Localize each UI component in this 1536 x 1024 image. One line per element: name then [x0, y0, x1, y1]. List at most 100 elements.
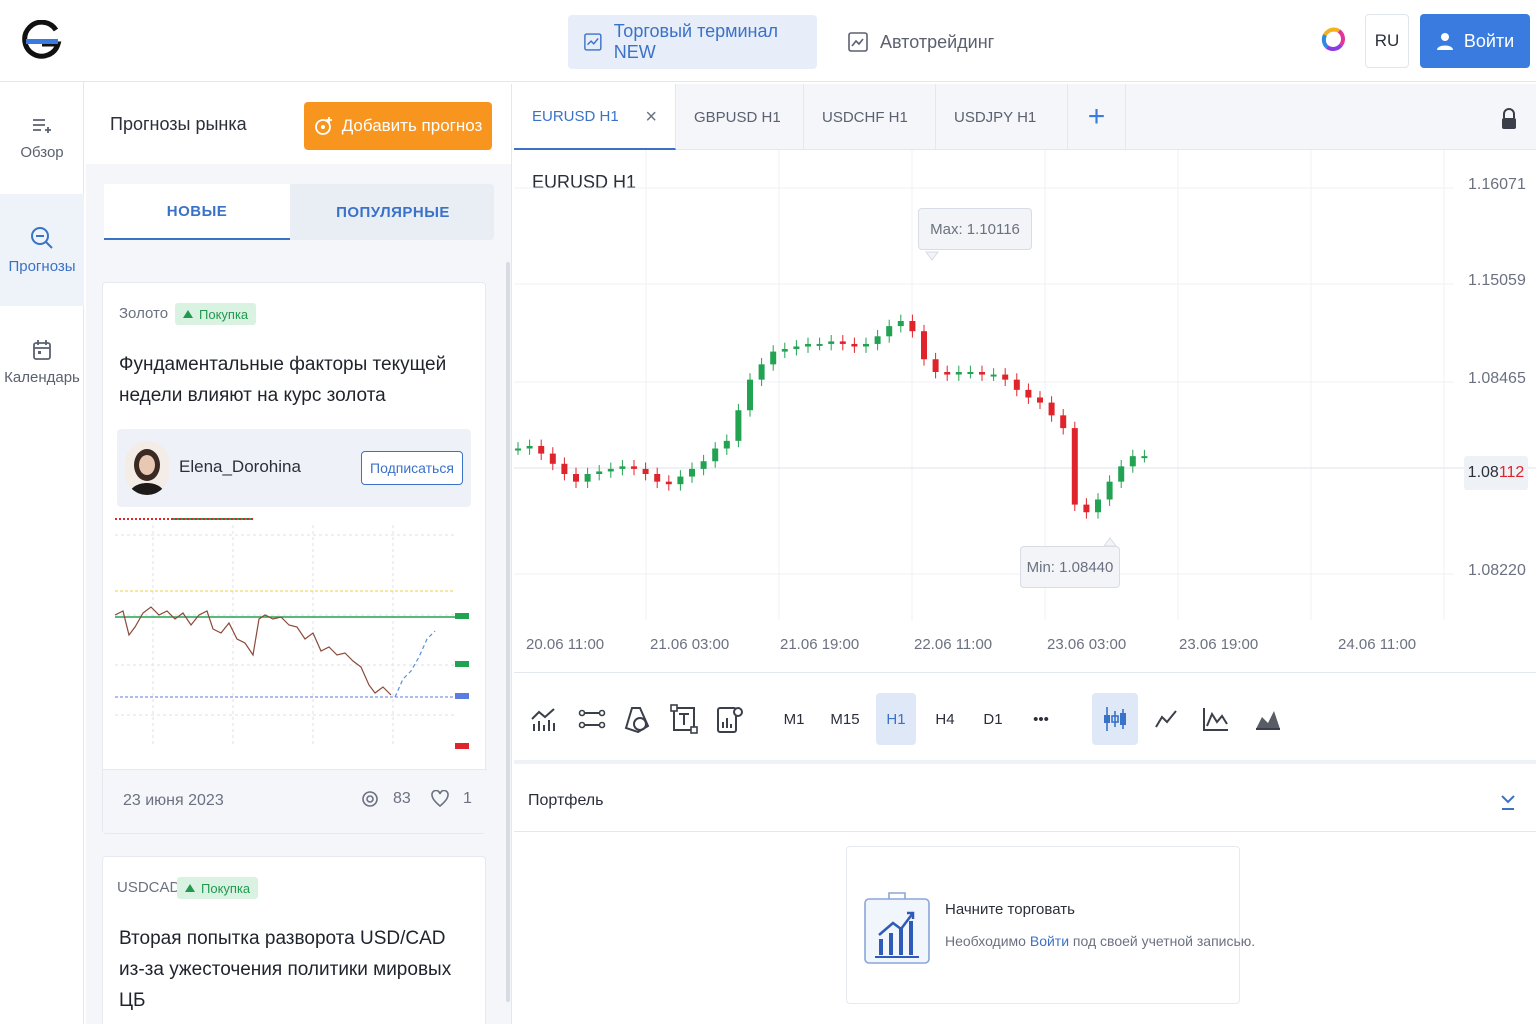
candle — [1048, 402, 1055, 416]
candle — [596, 471, 603, 474]
time-tick: 20.06 11:00 — [526, 636, 605, 653]
candle — [1106, 481, 1113, 500]
time-tick: 22.06 11:00 — [914, 636, 993, 653]
candle — [793, 346, 800, 350]
forecasts-scrollbar[interactable] — [506, 262, 510, 1002]
add-forecast-button[interactable]: Добавить прогноз — [304, 102, 492, 150]
views-icon — [362, 791, 378, 807]
empty-text-post: под своей учетной записью. — [1069, 933, 1256, 949]
brand-ring-icon[interactable] — [1318, 24, 1348, 54]
forecast-tabs: НОВЫЕ ПОПУЛЯРНЫЕ — [104, 184, 494, 240]
rail-label: Обзор — [20, 143, 64, 161]
nav-trading-terminal[interactable]: Торговый терминал NEW — [568, 15, 817, 69]
candle — [990, 374, 997, 377]
author-block: Elena_Dorohina Подписаться — [117, 429, 471, 507]
chart-settings-icon — [717, 707, 743, 733]
candle — [735, 410, 742, 441]
rail-item-overview[interactable]: Обзор — [0, 82, 84, 194]
candle — [1013, 379, 1020, 390]
tab-label: GBPUSD H1 — [694, 108, 781, 126]
candle — [584, 474, 591, 482]
price-tick: 1.15059 — [1468, 272, 1526, 289]
max-pointer — [925, 251, 939, 261]
candle — [944, 372, 951, 375]
price-chart[interactable]: EURUSD H1 1.16071 1.15059 1.08465 1.08 11… — [514, 150, 1536, 672]
line-type-button[interactable] — [1142, 693, 1190, 745]
timeframe-d1[interactable]: D1 — [973, 693, 1013, 745]
add-tab-button[interactable]: + — [1068, 84, 1126, 150]
nav-label: Торговый терминал NEW — [613, 21, 779, 62]
candle — [967, 372, 974, 374]
candle — [886, 326, 893, 337]
time-tick: 23.06 19:00 — [1179, 636, 1259, 653]
timeframe-h1[interactable]: H1 — [876, 693, 916, 745]
candles-type-button[interactable] — [1092, 693, 1138, 745]
candle — [909, 321, 916, 332]
likes-count[interactable]: 1 — [431, 790, 472, 808]
tab-gbpusd[interactable]: GBPUSD H1 — [676, 84, 804, 150]
close-icon[interactable]: × — [645, 106, 657, 129]
candle — [573, 474, 579, 482]
rail-item-forecasts[interactable]: Прогнозы — [0, 194, 84, 306]
area-type-button[interactable] — [1244, 693, 1292, 745]
lock-icon[interactable] — [1500, 108, 1518, 130]
timeframe-h4[interactable]: H4 — [925, 693, 965, 745]
up-arrow-icon — [185, 884, 195, 892]
author-name[interactable]: Elena_Dorohina — [179, 457, 301, 477]
empty-text: Необходимо Войти под своей учетной запис… — [945, 933, 1255, 949]
candle — [863, 343, 869, 347]
card-title[interactable]: Вторая попытка разворота USD/CAD из-за у… — [119, 923, 469, 1016]
logo-icon[interactable] — [22, 20, 62, 62]
timeframe-m15[interactable]: M15 — [822, 693, 868, 745]
indicators-tool[interactable] — [520, 693, 568, 745]
candle — [723, 440, 730, 449]
portfolio-title: Портфель — [528, 792, 604, 809]
mountain-type-button[interactable] — [1192, 693, 1240, 745]
tab-new[interactable]: НОВЫЕ — [104, 184, 290, 240]
tab-eurusd[interactable]: EURUSD H1 × — [514, 84, 676, 150]
rail-item-calendar[interactable]: Календарь — [0, 306, 84, 418]
candle — [979, 372, 985, 375]
time-tick: 21.06 03:00 — [650, 636, 730, 653]
forecast-card[interactable]: USDCAD Покупка Вторая попытка разворота … — [102, 856, 486, 1024]
lines-icon — [578, 709, 606, 729]
left-rail: Обзор Прогнозы Календарь — [0, 82, 84, 1024]
forecasts-panel: Прогнозы рынка Добавить прогноз НОВЫЕ ПО… — [86, 84, 512, 1024]
candle — [1037, 397, 1043, 403]
candle — [712, 448, 719, 462]
forecast-preview-chart[interactable] — [113, 515, 475, 755]
shapes-tool[interactable] — [614, 693, 662, 745]
login-button[interactable]: Войти — [1420, 14, 1530, 68]
tab-popular[interactable]: ПОПУЛЯРНЫЕ — [292, 184, 494, 240]
time-tick: 24.06 11:00 — [1338, 636, 1417, 653]
current-price-head: 1.08 — [1467, 464, 1499, 481]
avatar[interactable] — [125, 441, 169, 495]
axis-line-chart-icon — [1203, 708, 1228, 731]
price-tick: 1.08220 — [1468, 562, 1526, 579]
direction-badge: Покупка — [177, 877, 259, 899]
subscribe-button[interactable]: Подписаться — [361, 451, 463, 485]
login-label: Войти — [1463, 30, 1515, 51]
tab-usdjpy[interactable]: USDJPY H1 — [936, 84, 1068, 150]
language-selector[interactable]: RU — [1365, 14, 1409, 68]
card-footer: 23 июня 2023 83 1 — [103, 769, 487, 833]
more-timeframes-button[interactable]: ••• — [1021, 693, 1061, 745]
candle — [874, 336, 881, 344]
portfolio-header[interactable]: Портфель — [514, 768, 1536, 832]
nav-autotrading[interactable]: Автотрейдинг — [832, 15, 1010, 69]
candle — [897, 321, 904, 327]
add-forecast-label: Добавить прогноз — [341, 116, 483, 135]
chart-settings-tool[interactable] — [706, 693, 754, 745]
min-pointer — [1103, 537, 1117, 547]
line-tool[interactable] — [568, 693, 616, 745]
collapse-chevron-icon[interactable] — [1500, 792, 1516, 812]
tab-usdchf[interactable]: USDCHF H1 — [804, 84, 936, 150]
timeframe-m1[interactable]: M1 — [774, 693, 814, 745]
card-title[interactable]: Фундаментальные факторы текущей недели в… — [119, 349, 459, 411]
candle — [955, 372, 962, 375]
login-link[interactable]: Войти — [1030, 933, 1069, 949]
forecast-card[interactable]: Золото Покупка Фундаментальные факторы т… — [102, 282, 487, 834]
heart-icon — [431, 790, 449, 808]
chart-tabs: EURUSD H1 × GBPUSD H1 USDCHF H1 USDJPY H… — [514, 84, 1536, 150]
text-tool[interactable] — [660, 693, 708, 745]
